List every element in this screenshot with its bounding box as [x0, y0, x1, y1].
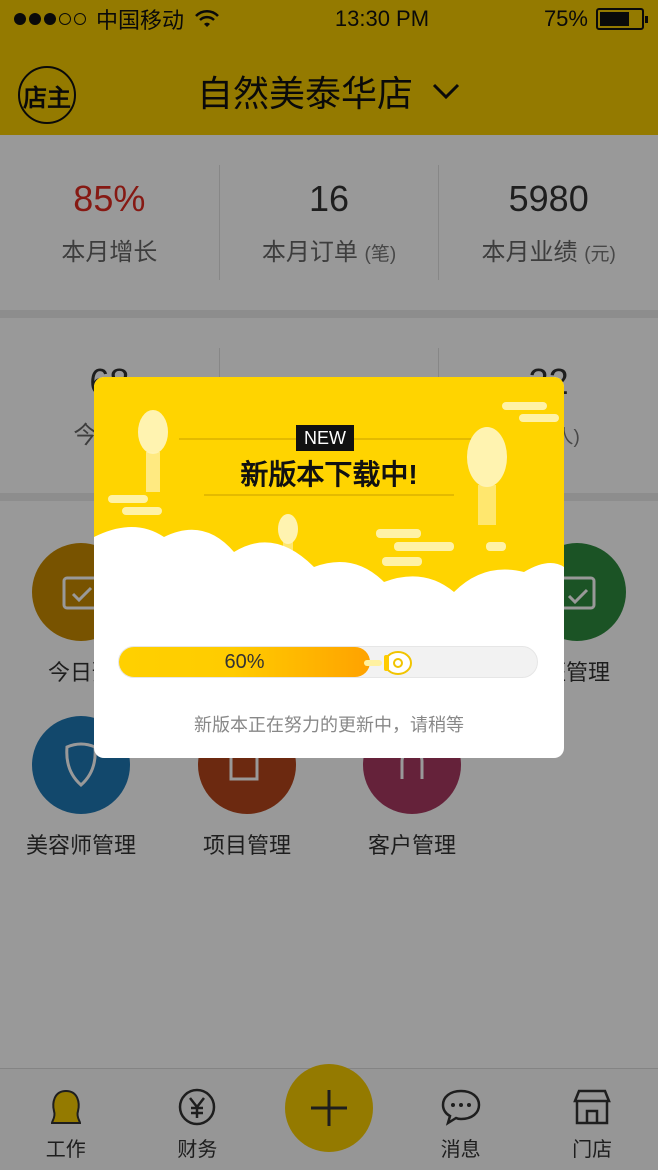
dialog-title: 新版本下载中! — [240, 459, 418, 490]
dialog-message: 新版本正在努力的更新中，请稍等 — [194, 715, 464, 735]
update-dialog: NEW 新版本下载中! 60% 新版本正在努力的更新中，请稍等 — [94, 377, 564, 758]
new-badge: NEW — [296, 425, 354, 451]
download-progress-bar: 60% — [118, 646, 538, 678]
progress-text: 60% — [224, 650, 265, 673]
rocket-clouds-illustration — [94, 402, 564, 637]
dialog-illustration: NEW 新版本下载中! — [94, 377, 564, 637]
progress-rocket-icon — [364, 651, 412, 675]
